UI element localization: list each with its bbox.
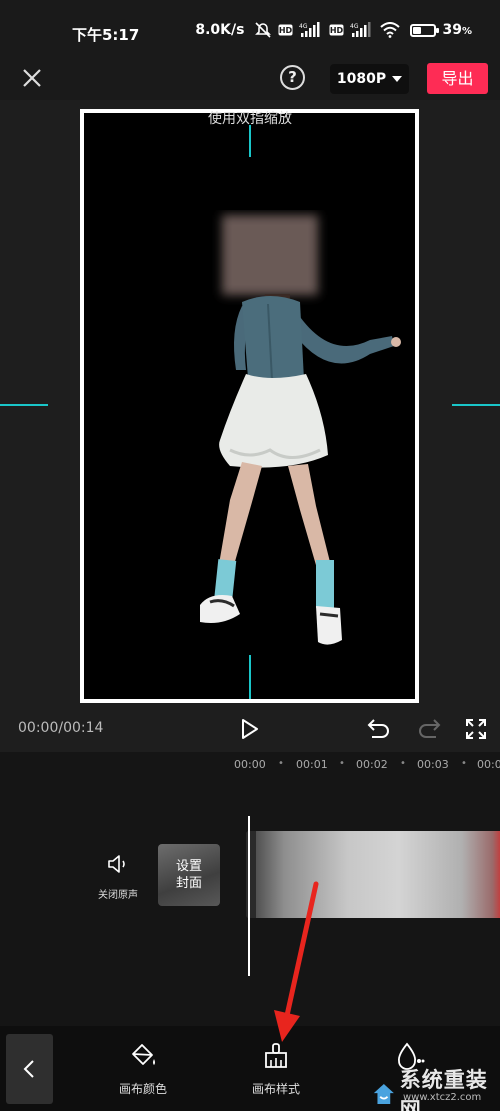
set-cover-label: 设置封面 bbox=[175, 859, 202, 891]
mute-icon bbox=[255, 22, 272, 38]
export-button[interactable]: 导出 bbox=[427, 63, 488, 94]
ruler-tick: 00:03 bbox=[417, 758, 449, 771]
fullscreen-icon[interactable] bbox=[465, 718, 487, 740]
video-subject bbox=[200, 215, 401, 645]
timeline[interactable]: 00:00 • 00:01 • 00:02 • 00:03 • 00:0 关闭原… bbox=[0, 752, 500, 1026]
battery-percent: 39% bbox=[442, 22, 472, 38]
close-icon[interactable] bbox=[18, 64, 46, 92]
ruler-tick: 00:02 bbox=[356, 758, 388, 771]
chevron-left-icon bbox=[23, 1060, 34, 1078]
play-icon[interactable] bbox=[240, 718, 260, 740]
annotation-arrow-icon bbox=[274, 881, 319, 1042]
resolution-label: 1080P bbox=[336, 71, 387, 87]
battery-fill bbox=[413, 26, 422, 34]
hd-icon: HD bbox=[329, 24, 344, 36]
mute-original-audio-label: 关闭原声 bbox=[98, 890, 138, 901]
help-button[interactable]: ? bbox=[280, 65, 305, 90]
canvas-style-label: 画布样式 bbox=[251, 1082, 300, 1096]
canvas-color-label: 画布颜色 bbox=[118, 1082, 167, 1096]
battery-icon bbox=[410, 23, 440, 37]
top-toolbar: ? 1080P 导出 bbox=[0, 58, 500, 100]
network-speed: 8.0K/s bbox=[195, 22, 245, 38]
chevron-down-icon bbox=[392, 76, 403, 82]
watermark-logo-icon bbox=[373, 1083, 394, 1105]
playhead[interactable] bbox=[248, 816, 250, 976]
svg-text:4G: 4G bbox=[350, 23, 359, 30]
canvas-style-tool[interactable]: 画布样式 bbox=[236, 1042, 316, 1097]
paint-bucket-icon bbox=[132, 1044, 155, 1065]
set-cover-button[interactable]: 设置封面 bbox=[158, 844, 220, 906]
center-guide-top bbox=[249, 125, 251, 157]
mute-original-audio-button[interactable]: 关闭原声 bbox=[92, 854, 144, 901]
signal-4g-icon: 4G bbox=[350, 22, 371, 37]
redo-icon[interactable] bbox=[416, 716, 442, 740]
ruler-tick: 00:01 bbox=[296, 758, 328, 771]
resolution-selector[interactable]: 1080P bbox=[330, 64, 409, 94]
blurred-face bbox=[222, 215, 318, 295]
watermark-name: 系统重装网 bbox=[399, 1068, 488, 1111]
time-ruler: 00:00 • 00:01 • 00:02 • 00:03 • 00:0 bbox=[234, 758, 500, 771]
watermark-url: www.xtcz2.com bbox=[403, 1092, 482, 1103]
svg-text:4G: 4G bbox=[299, 23, 308, 30]
status-time: 下午5:17 bbox=[72, 26, 140, 44]
hd-icon: HD bbox=[278, 24, 293, 36]
back-button[interactable] bbox=[6, 1034, 53, 1104]
speaker-icon bbox=[108, 855, 125, 873]
center-guide-bottom bbox=[249, 655, 251, 699]
svg-text:HD: HD bbox=[330, 26, 344, 35]
status-icons: 8.0K/s HD 4G HD 4G 39% bbox=[195, 22, 472, 38]
timecode: 00:00/00:14 bbox=[18, 720, 104, 736]
signal-4g-icon: 4G bbox=[299, 22, 320, 37]
playback-bar: 00:00/00:14 bbox=[0, 706, 500, 752]
undo-icon[interactable] bbox=[366, 716, 392, 740]
ruler-tick: 00:00 bbox=[234, 758, 266, 771]
watermark: 系统重装网 bbox=[372, 1064, 500, 1111]
center-guide-right bbox=[452, 404, 500, 406]
svg-text:HD: HD bbox=[279, 26, 293, 35]
status-bar: 下午5:17 8.0K/s HD 4G HD 4G 39% bbox=[0, 0, 500, 66]
center-guide-left bbox=[0, 404, 48, 406]
canvas-color-tool[interactable]: 画布颜色 bbox=[103, 1042, 183, 1097]
wifi-icon bbox=[380, 22, 401, 38]
ruler-tick: 00:0 bbox=[477, 758, 500, 771]
